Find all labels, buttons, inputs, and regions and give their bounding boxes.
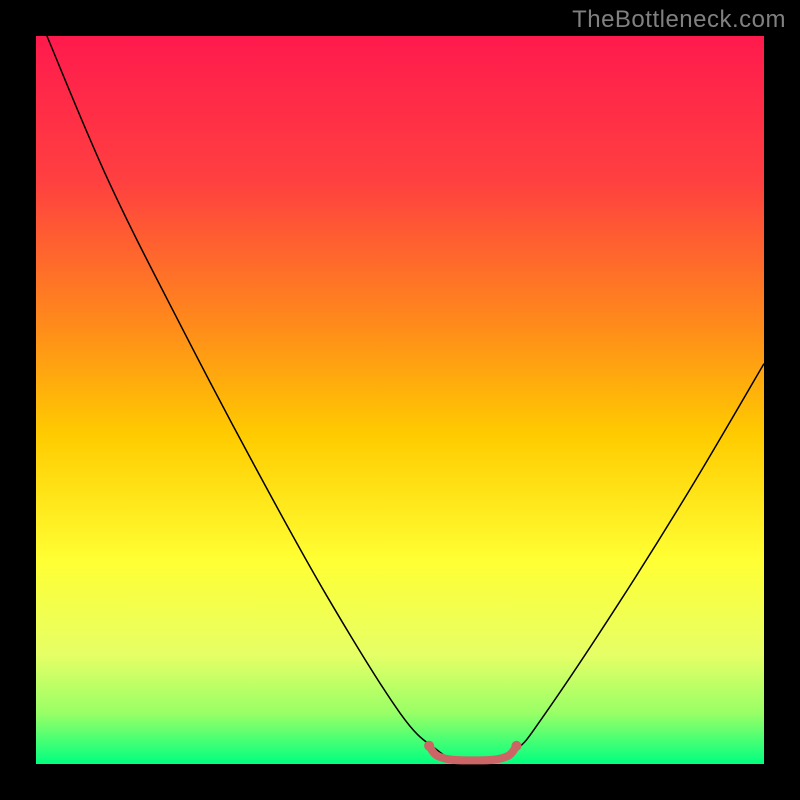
- flat-zone-end-dot: [511, 741, 521, 751]
- chart-plot-background: [36, 36, 764, 764]
- watermark-text: TheBottleneck.com: [572, 6, 786, 34]
- bottleneck-chart: [0, 0, 800, 800]
- flat-zone-start-dot: [424, 741, 434, 751]
- chart-svg: [0, 0, 800, 800]
